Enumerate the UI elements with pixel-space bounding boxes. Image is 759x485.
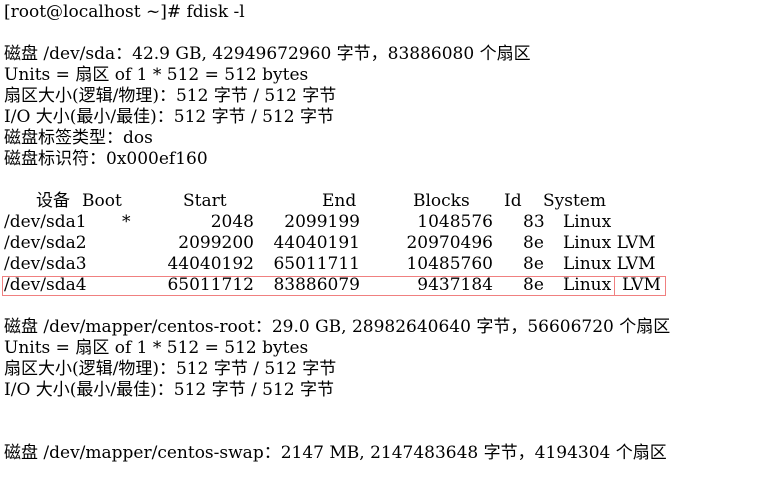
header-id: Id — [504, 191, 522, 211]
disk-centos-root-summary: 磁盘 /dev/mapper/centos-root：29.0 GB, 2898… — [4, 317, 671, 337]
command-prompt: [root@localhost ~]# fdisk -l — [4, 2, 245, 22]
header-blocks: Blocks — [413, 191, 470, 211]
disk-sda-label-type: 磁盘标签类型：dos — [4, 128, 153, 148]
header-start: Start — [183, 191, 227, 211]
partition-device: /dev/sda3 — [4, 254, 87, 274]
disk-sda-io-size: I/O 大小(最小/最佳)：512 字节 / 512 字节 — [4, 107, 335, 127]
partition-blocks: 1048576 — [417, 212, 493, 232]
partition-end: 44040191 — [273, 233, 360, 253]
partition-system: Linux — [563, 212, 612, 232]
header-end: End — [322, 191, 357, 211]
partition-system: Linux LVM — [563, 233, 656, 253]
highlight-box-partition — [2, 276, 615, 296]
partition-blocks: 20970496 — [406, 233, 493, 253]
partition-row: /dev/sda1 * 2048 2099199 1048576 83 Linu… — [0, 212, 759, 233]
partition-id: 8e — [523, 254, 544, 274]
partition-end: 2099199 — [284, 212, 360, 232]
terminal-window[interactable]: [root@localhost ~]# fdisk -l 磁盘 /dev/sda… — [0, 0, 759, 473]
partition-boot-flag: * — [122, 212, 131, 232]
header-device: 设备 — [36, 191, 70, 211]
partition-end: 65011711 — [273, 254, 360, 274]
partition-id: 8e — [523, 233, 544, 253]
disk-centos-swap-summary: 磁盘 /dev/mapper/centos-swap：2147 MB, 2147… — [4, 443, 667, 463]
disk-sda-sector-size: 扇区大小(逻辑/物理)：512 字节 / 512 字节 — [4, 86, 337, 106]
partition-start: 2099200 — [178, 233, 254, 253]
partition-id: 83 — [523, 212, 545, 232]
partition-blocks: 10485760 — [406, 254, 493, 274]
header-boot: Boot — [82, 191, 122, 211]
partition-system: Linux LVM — [563, 254, 656, 274]
disk-sda-units: Units = 扇区 of 1 * 512 = 512 bytes — [4, 65, 309, 85]
disk-sda-summary: 磁盘 /dev/sda：42.9 GB, 42949672960 字节，8388… — [4, 44, 531, 64]
disk-sda-identifier: 磁盘标识符：0x000ef160 — [4, 149, 208, 169]
disk-centos-root-io-size: I/O 大小(最小/最佳)：512 字节 / 512 字节 — [4, 380, 335, 400]
partition-device: /dev/sda2 — [4, 233, 87, 253]
header-system: System — [543, 191, 606, 211]
partition-start: 2048 — [210, 212, 254, 232]
disk-centos-root-sector-size: 扇区大小(逻辑/物理)：512 字节 / 512 字节 — [4, 359, 337, 379]
highlight-box-lvm — [614, 276, 666, 296]
partition-start: 44040192 — [167, 254, 254, 274]
disk-centos-root-units: Units = 扇区 of 1 * 512 = 512 bytes — [4, 338, 309, 358]
partition-row: /dev/sda3 44040192 65011711 10485760 8e … — [0, 254, 759, 275]
partition-table-header: 设备 Boot Start End Blocks Id System — [0, 191, 759, 212]
partition-device: /dev/sda1 — [4, 212, 87, 232]
partition-row: /dev/sda2 2099200 44040191 20970496 8e L… — [0, 233, 759, 254]
